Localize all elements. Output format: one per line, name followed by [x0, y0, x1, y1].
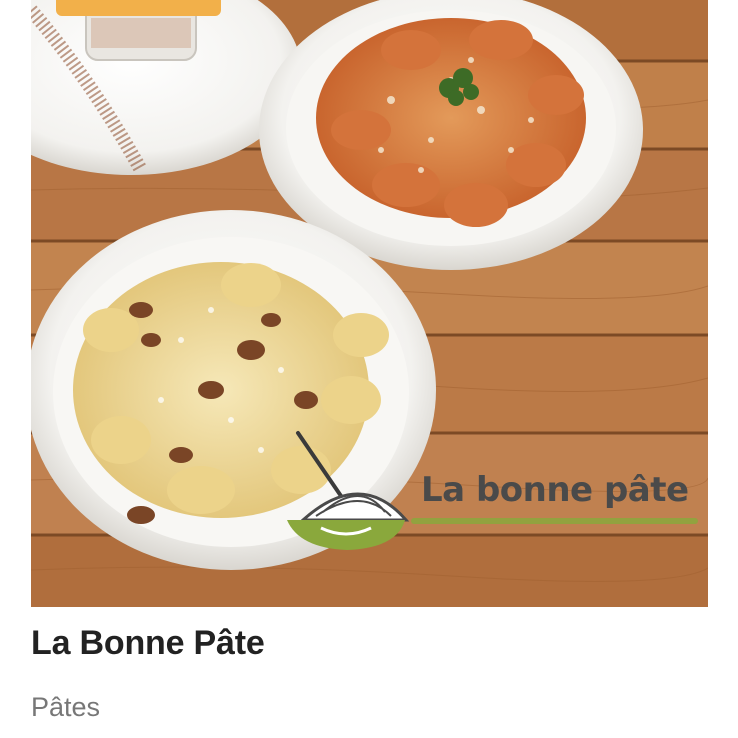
promo-badge	[56, 0, 221, 16]
logo-underline	[411, 518, 698, 524]
restaurant-category: Pâtes	[31, 692, 101, 722]
restaurant-name[interactable]: La Bonne Pâte	[31, 624, 265, 663]
restaurant-photo[interactable]: La bonne pâte	[31, 0, 708, 607]
pasta-bowl-icon	[287, 431, 410, 550]
photo-logo-text: La bonne pâte	[421, 470, 689, 510]
restaurant-card[interactable]: La bonne pâte La Bonne Pâte Pâtes	[0, 0, 738, 738]
